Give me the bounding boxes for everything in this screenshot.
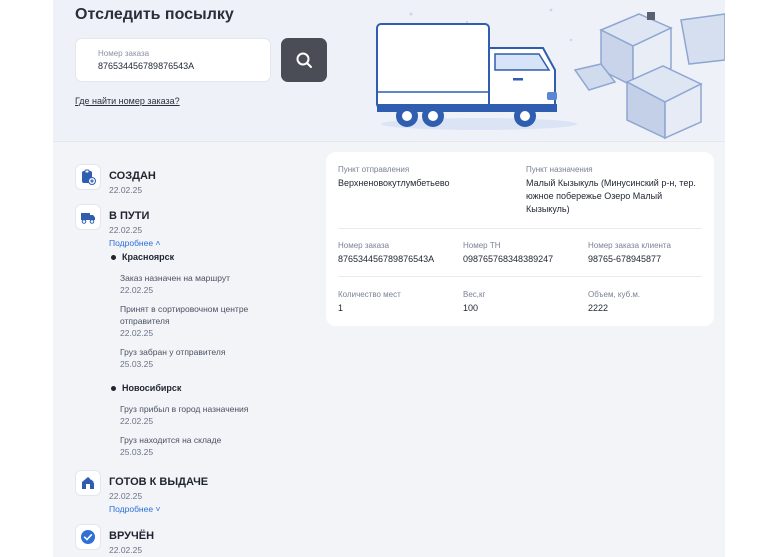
- order-number-value[interactable]: 876534456789876543А: [98, 61, 194, 71]
- waybill-number-field: Номер ТН 098765768348389247: [463, 241, 583, 266]
- bullet-icon: [111, 255, 116, 261]
- clipboard-add-icon: [75, 164, 101, 190]
- volume-field: Объем, куб.м. 2222: [588, 290, 708, 315]
- stage-title: В ПУТИ: [109, 210, 150, 222]
- event-date: 25.03.25: [120, 359, 154, 369]
- destination-field: Пункт назначения Малый Кызыкуль (Минусин…: [526, 165, 706, 216]
- order-number-field: Номер заказа 876534456789876543А: [338, 241, 458, 266]
- destination-label: Пункт назначения: [526, 165, 593, 174]
- order-number-label: Номер заказа: [98, 49, 150, 58]
- delivery-truck-illustration: [376, 8, 725, 140]
- tracking-event: Груз находится на складе 25.03.25: [120, 434, 280, 458]
- tracking-header: Отследить посылку Номер заказа 876534456…: [53, 0, 725, 140]
- event-text: Принят в сортировочном центре отправител…: [120, 304, 249, 326]
- event-date: 22.02.25: [120, 328, 154, 338]
- stage-date: 22.02.25: [109, 185, 143, 195]
- stage-date: 22.02.25: [109, 491, 143, 501]
- volume-label: Объем, куб.м.: [588, 290, 641, 299]
- event-date: 22.02.25: [120, 416, 154, 426]
- help-link[interactable]: Где найти номер заказа?: [75, 96, 180, 106]
- places-count-field: Количество мест 1: [338, 290, 458, 315]
- client-order-value: 98765-678945877: [588, 254, 662, 264]
- city-heading: Красноярск: [111, 252, 174, 262]
- event-date: 22.02.25: [120, 285, 154, 295]
- pickup-point-icon: [75, 470, 101, 496]
- shipment-details-card: Пункт отправления Верхненовокутлумбетьев…: [326, 152, 714, 326]
- order-number-input[interactable]: Номер заказа 876534456789876543А: [75, 38, 271, 82]
- city-name: Новосибирск: [122, 383, 182, 393]
- stage-date: 22.02.25: [109, 545, 143, 555]
- weight-value: 100: [463, 303, 479, 313]
- event-text: Груз прибыл в город назначения: [120, 404, 249, 414]
- waybill-number-value: 098765768348389247: [463, 254, 554, 264]
- stage-date: 22.02.25: [109, 225, 143, 235]
- search-icon: [296, 52, 312, 68]
- destination-value: Малый Кызыкуль (Минусинский р-н, тер. юж…: [526, 178, 696, 214]
- event-date: 25.03.25: [120, 447, 154, 457]
- stage-title: СОЗДАН: [109, 170, 156, 182]
- waybill-number-label: Номер ТН: [463, 241, 501, 250]
- order-number-label: Номер заказа: [338, 241, 390, 250]
- origin-field: Пункт отправления Верхненовокутлумбетьев…: [338, 165, 518, 190]
- bullet-icon: [111, 386, 116, 392]
- details-toggle-expand[interactable]: Подробнее ˅: [109, 504, 160, 514]
- card-divider: [338, 276, 702, 277]
- city-name: Красноярск: [122, 252, 175, 262]
- page-title: Отследить посылку: [75, 6, 234, 23]
- details-toggle-collapse[interactable]: Подробнее ˄: [109, 238, 160, 248]
- weight-label: Вес,кг: [463, 290, 486, 299]
- origin-value: Верхненовокутлумбетьево: [338, 178, 450, 188]
- card-divider: [338, 228, 702, 229]
- tracking-event: Принят в сортировочном центре отправител…: [120, 303, 280, 339]
- search-button[interactable]: [281, 38, 327, 82]
- tracking-panel: Отследить посылку Номер заказа 876534456…: [53, 0, 725, 557]
- check-circle-icon: [75, 524, 101, 550]
- origin-label: Пункт отправления: [338, 165, 410, 174]
- stage-title: ГОТОВ К ВЫДАЧЕ: [109, 476, 209, 488]
- places-count-value: 1: [338, 303, 344, 313]
- client-order-field: Номер заказа клиента 98765-678945877: [588, 241, 708, 266]
- volume-value: 2222: [588, 303, 609, 313]
- stage-title: ВРУЧЁН: [109, 530, 155, 542]
- truck-icon: [75, 204, 101, 230]
- event-text: Груз забран у отправителя: [120, 347, 226, 357]
- event-text: Груз находится на складе: [120, 435, 222, 445]
- client-order-label: Номер заказа клиента: [588, 241, 671, 250]
- tracking-event: Заказ назначен на маршрут 22.02.25: [120, 272, 280, 296]
- tracking-event: Груз прибыл в город назначения 22.02.25: [120, 403, 280, 427]
- weight-field: Вес,кг 100: [463, 290, 583, 315]
- event-text: Заказ назначен на маршрут: [120, 273, 231, 283]
- order-number-value: 876534456789876543А: [338, 254, 435, 264]
- city-heading: Новосибирск: [111, 383, 181, 393]
- tracking-event: Груз забран у отправителя 25.03.25: [120, 346, 280, 370]
- section-divider: [53, 141, 725, 142]
- places-count-label: Количество мест: [338, 290, 401, 299]
